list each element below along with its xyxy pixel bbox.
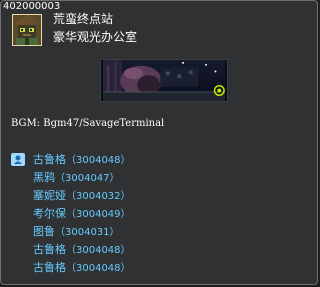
npc-id: （3004047） [55, 173, 120, 184]
map-id: 402000003 [3, 1, 61, 12]
list-item: 图鲁（3004031） [11, 223, 131, 241]
map-preview-image [100, 59, 228, 102]
npc-id: （3004048） [66, 263, 131, 274]
npc-id: （3004031） [55, 227, 120, 238]
npc-name: 古鲁格 [33, 261, 66, 274]
npc-name: 塞妮娅 [33, 189, 66, 202]
person-bubble-icon [11, 153, 25, 166]
npc-id: （3004048） [66, 245, 131, 256]
npc-id: （3004048） [66, 155, 131, 166]
list-item: 塞妮娅（3004032） [11, 187, 131, 205]
npc-list: 古鲁格（3004048） 黑鸦（3004047） 塞妮娅（3004032） 考尔… [11, 151, 131, 277]
list-item: 古鲁格（3004048） [11, 241, 131, 259]
npc-name: 考尔保 [33, 207, 66, 220]
street-name: 荒蛮终点站 [53, 12, 114, 26]
map-tooltip: 402000003 荒蛮终点站 豪华观光办公室 BGM: Bgm47/Savag… [0, 0, 318, 285]
npc-name: 古鲁格 [33, 153, 66, 166]
bgm-label: BGM: Bgm47/SavageTerminal [11, 118, 165, 129]
npc-id: （3004049） [66, 209, 131, 220]
npc-id: （3004032） [66, 191, 131, 202]
npc-name: 黑鸦 [33, 171, 55, 184]
npc-name: 古鲁格 [33, 243, 66, 256]
npc-face-icon [12, 14, 42, 46]
list-item: 黑鸦（3004047） [11, 169, 131, 187]
map-name: 豪华观光办公室 [53, 30, 138, 44]
list-item: 古鲁格（3004048） [11, 259, 131, 277]
list-item: 考尔保（3004049） [11, 205, 131, 223]
list-item: 古鲁格（3004048） [11, 151, 131, 169]
npc-name: 图鲁 [33, 225, 55, 238]
